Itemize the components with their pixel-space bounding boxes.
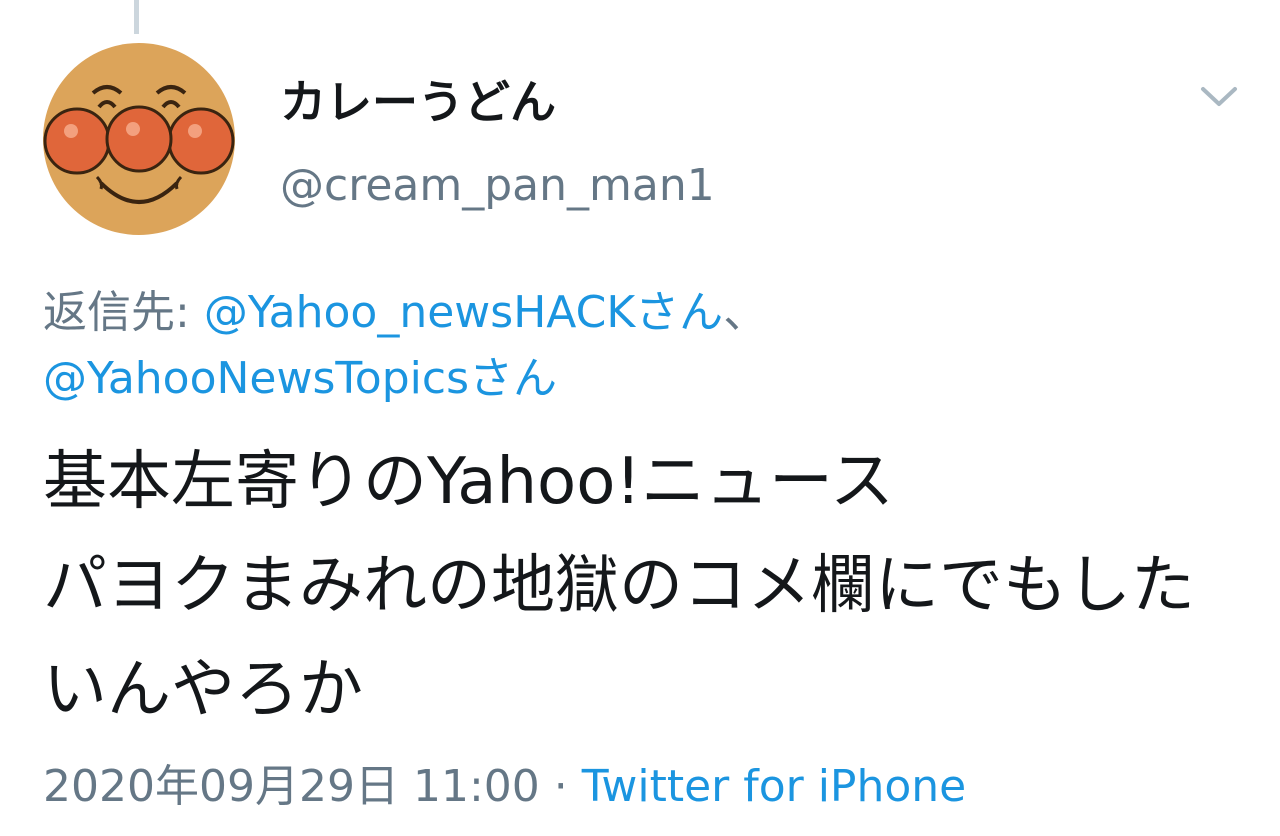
tweet-time[interactable]: 11:00 [413,761,540,812]
meta-separator-dot: · [553,761,568,812]
tweet-text: 基本左寄りのYahoo!ニュース パヨクまみれの地獄のコメ欄にでもしたいんやろか [43,445,1195,727]
reply-mention-yahoo-newshack[interactable]: @Yahoo_newsHACKさん [204,287,723,338]
avatar[interactable] [43,43,235,235]
more-options-button[interactable] [1192,70,1246,124]
tweet-meta: 2020年09月29日 11:00 · Twitter for iPhone [43,750,966,814]
reply-prefix: 返信先: [43,287,204,338]
user-handle[interactable]: @cream_pan_man1 [280,160,715,211]
tweet-source-link[interactable]: Twitter for iPhone [582,761,966,812]
thread-connector-line [134,0,139,34]
reply-mention-yahoo-newstopics[interactable]: @YahooNewsTopicsさん [43,353,557,404]
user-display-name[interactable]: カレーうどん [280,66,556,132]
anpanman-face-icon [43,43,235,235]
reply-separator: 、 [723,287,768,338]
tweet-date[interactable]: 2020年09月29日 [43,761,399,812]
chevron-down-icon [1201,87,1237,106]
reply-to-line: 返信先: @Yahoo_newsHACKさん、 @YahooNewsTopicsさ… [43,280,1233,412]
